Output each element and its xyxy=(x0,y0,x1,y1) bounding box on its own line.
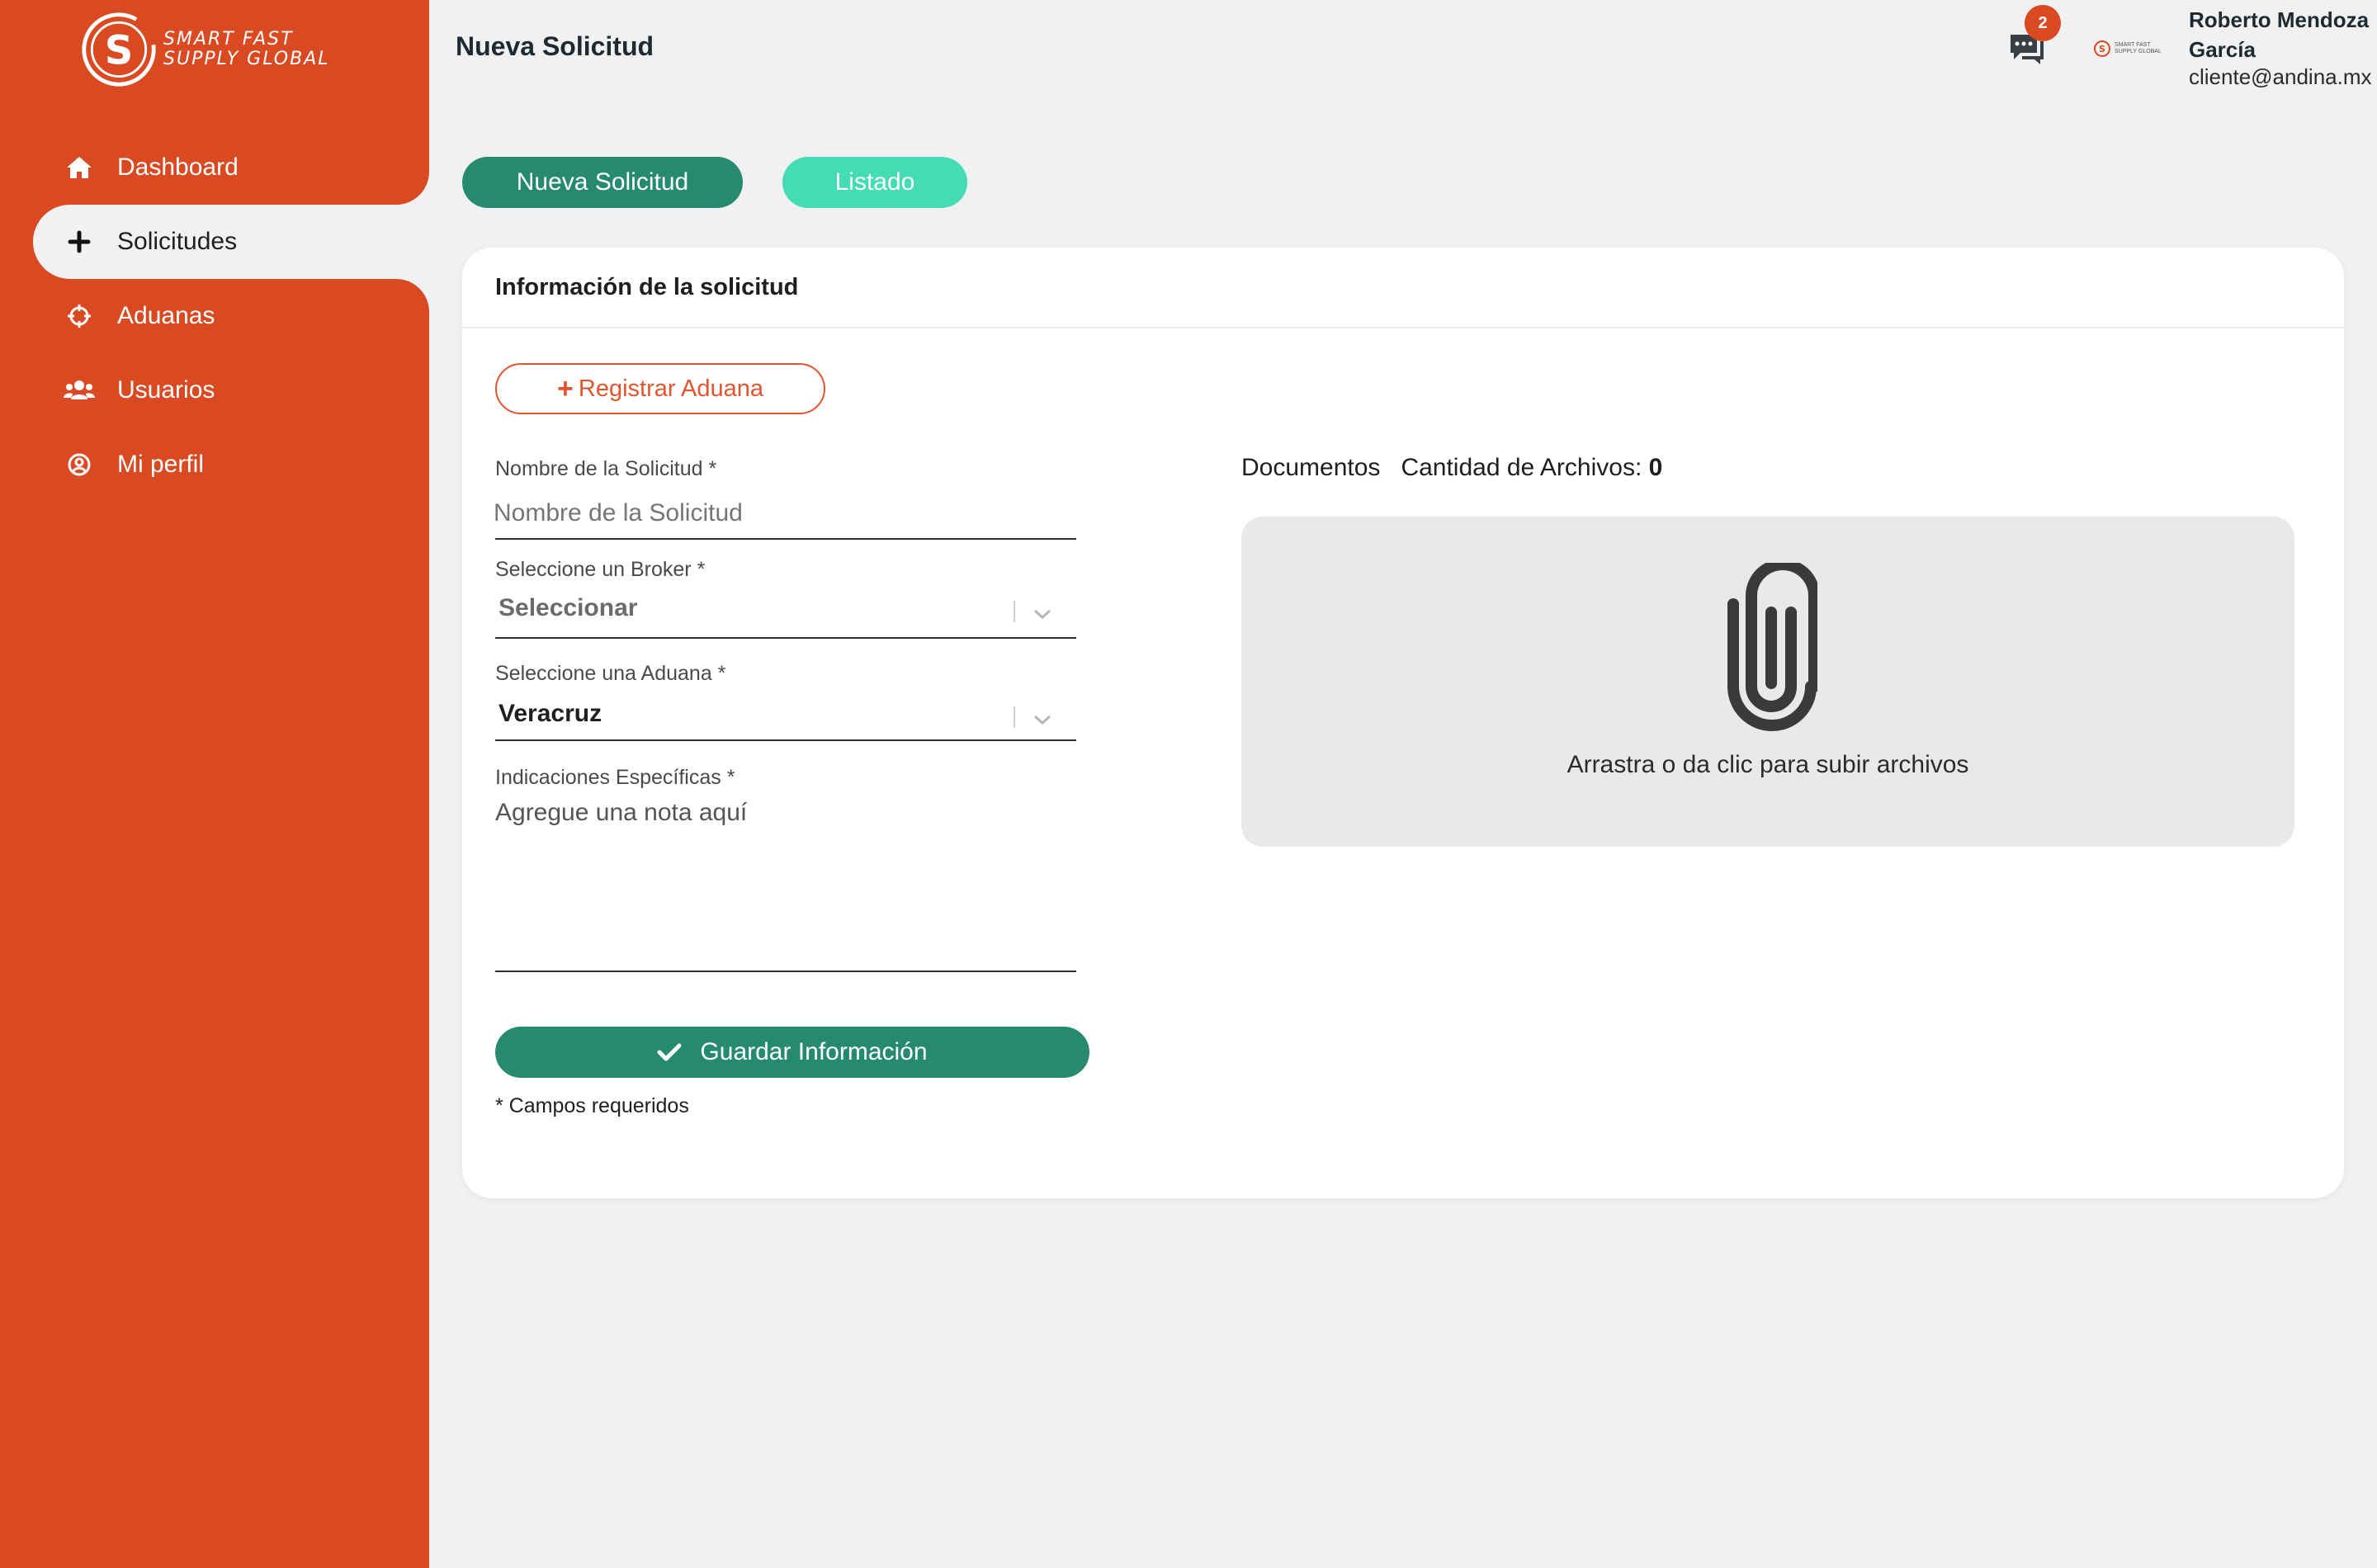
select-separator xyxy=(1014,601,1015,622)
documents-header: Documentos Cantidad de Archivos: 0 xyxy=(1241,454,1662,482)
users-icon xyxy=(63,374,96,407)
name-input[interactable] xyxy=(494,497,1071,530)
file-dropzone[interactable]: Arrastra o da clic para subir archivos xyxy=(1241,517,2294,847)
notes-placeholder: Agregue una nota aquí xyxy=(495,799,748,826)
name-field-label: Nombre de la Solicitud * xyxy=(495,457,717,480)
crosshair-icon xyxy=(63,300,96,333)
documents-count-label: Cantidad de Archivos: xyxy=(1401,454,1642,481)
request-form-card: Información de la solicitud + Registrar … xyxy=(462,248,2344,1198)
home-icon xyxy=(63,151,96,184)
sidebar-nav: Dashboard Solicitudes Aduanas Usuarios M… xyxy=(0,130,429,502)
page-title: Nueva Solicitud xyxy=(456,31,655,61)
sidebar-item-solicitudes[interactable]: Solicitudes xyxy=(33,205,429,279)
notes-textarea-underline xyxy=(495,971,1076,972)
documents-title: Documentos xyxy=(1241,454,1381,481)
avatar[interactable]: S SMART FAST SUPPLY GLOBAL xyxy=(2093,35,2162,63)
sidebar-item-label: Solicitudes xyxy=(117,228,238,255)
tab-nueva-solicitud[interactable]: Nueva Solicitud xyxy=(462,157,743,208)
tab-listado[interactable]: Listado xyxy=(782,157,967,208)
register-aduana-button[interactable]: + Registrar Aduana xyxy=(495,363,825,414)
avatar-brand-text: SMART FAST SUPPLY GLOBAL xyxy=(2115,42,2162,54)
save-button[interactable]: Guardar Información xyxy=(495,1027,1089,1078)
broker-field-label: Seleccione un Broker * xyxy=(495,558,706,581)
sidebar-item-mi-perfil[interactable]: Mi perfil xyxy=(0,427,429,502)
sidebar-item-usuarios[interactable]: Usuarios xyxy=(0,353,429,427)
avatar-logo-icon: S xyxy=(2094,40,2110,57)
user-circle-icon xyxy=(63,448,96,481)
sidebar: S SMART FAST SUPPLY GLOBAL Dashboard Sol… xyxy=(0,0,429,1568)
plus-icon xyxy=(63,225,96,258)
save-button-label: Guardar Información xyxy=(700,1038,928,1065)
sidebar-item-dashboard[interactable]: Dashboard xyxy=(0,130,429,205)
broker-select-value: Seleccionar xyxy=(499,594,638,621)
chevron-down-icon xyxy=(1034,609,1051,620)
dropzone-text: Arrastra o da clic para subir archivos xyxy=(1567,751,1969,778)
sidebar-item-label: Aduanas xyxy=(117,302,215,329)
user-name: Roberto Mendoza García xyxy=(2189,7,2370,62)
brand-name: SMART FAST SUPPLY GLOBAL xyxy=(163,29,330,69)
aduana-select-value: Veracruz xyxy=(499,700,603,727)
paperclip-icon xyxy=(1727,563,1817,731)
sidebar-item-label: Usuarios xyxy=(117,376,215,404)
name-input-underline xyxy=(495,538,1076,540)
sidebar-item-label: Mi perfil xyxy=(117,451,205,478)
notification-badge: 2 xyxy=(2025,5,2061,41)
register-aduana-label: Registrar Aduana xyxy=(578,375,763,402)
documents-count-value: 0 xyxy=(1648,454,1663,481)
broker-select-underline xyxy=(495,637,1076,639)
required-fields-note: * Campos requeridos xyxy=(495,1094,689,1117)
plus-icon: + xyxy=(557,373,574,404)
brand-logo[interactable]: S SMART FAST SUPPLY GLOBAL xyxy=(79,7,360,92)
logo-mark-icon: S xyxy=(82,12,156,87)
sidebar-item-label: Dashboard xyxy=(117,153,239,181)
select-separator xyxy=(1014,706,1015,728)
svg-text:S: S xyxy=(2099,44,2105,54)
card-title: Información de la solicitud xyxy=(462,248,2344,328)
notes-field-label: Indicaciones Específicas * xyxy=(495,766,735,789)
aduana-field-label: Seleccione una Aduana * xyxy=(495,662,726,685)
sidebar-item-aduanas[interactable]: Aduanas xyxy=(0,279,429,353)
svg-text:S: S xyxy=(105,27,134,73)
chevron-down-icon xyxy=(1034,715,1051,725)
user-email: cliente@andina.mx xyxy=(2189,64,2372,89)
aduana-select-underline xyxy=(495,739,1076,741)
check-icon xyxy=(657,1043,682,1061)
